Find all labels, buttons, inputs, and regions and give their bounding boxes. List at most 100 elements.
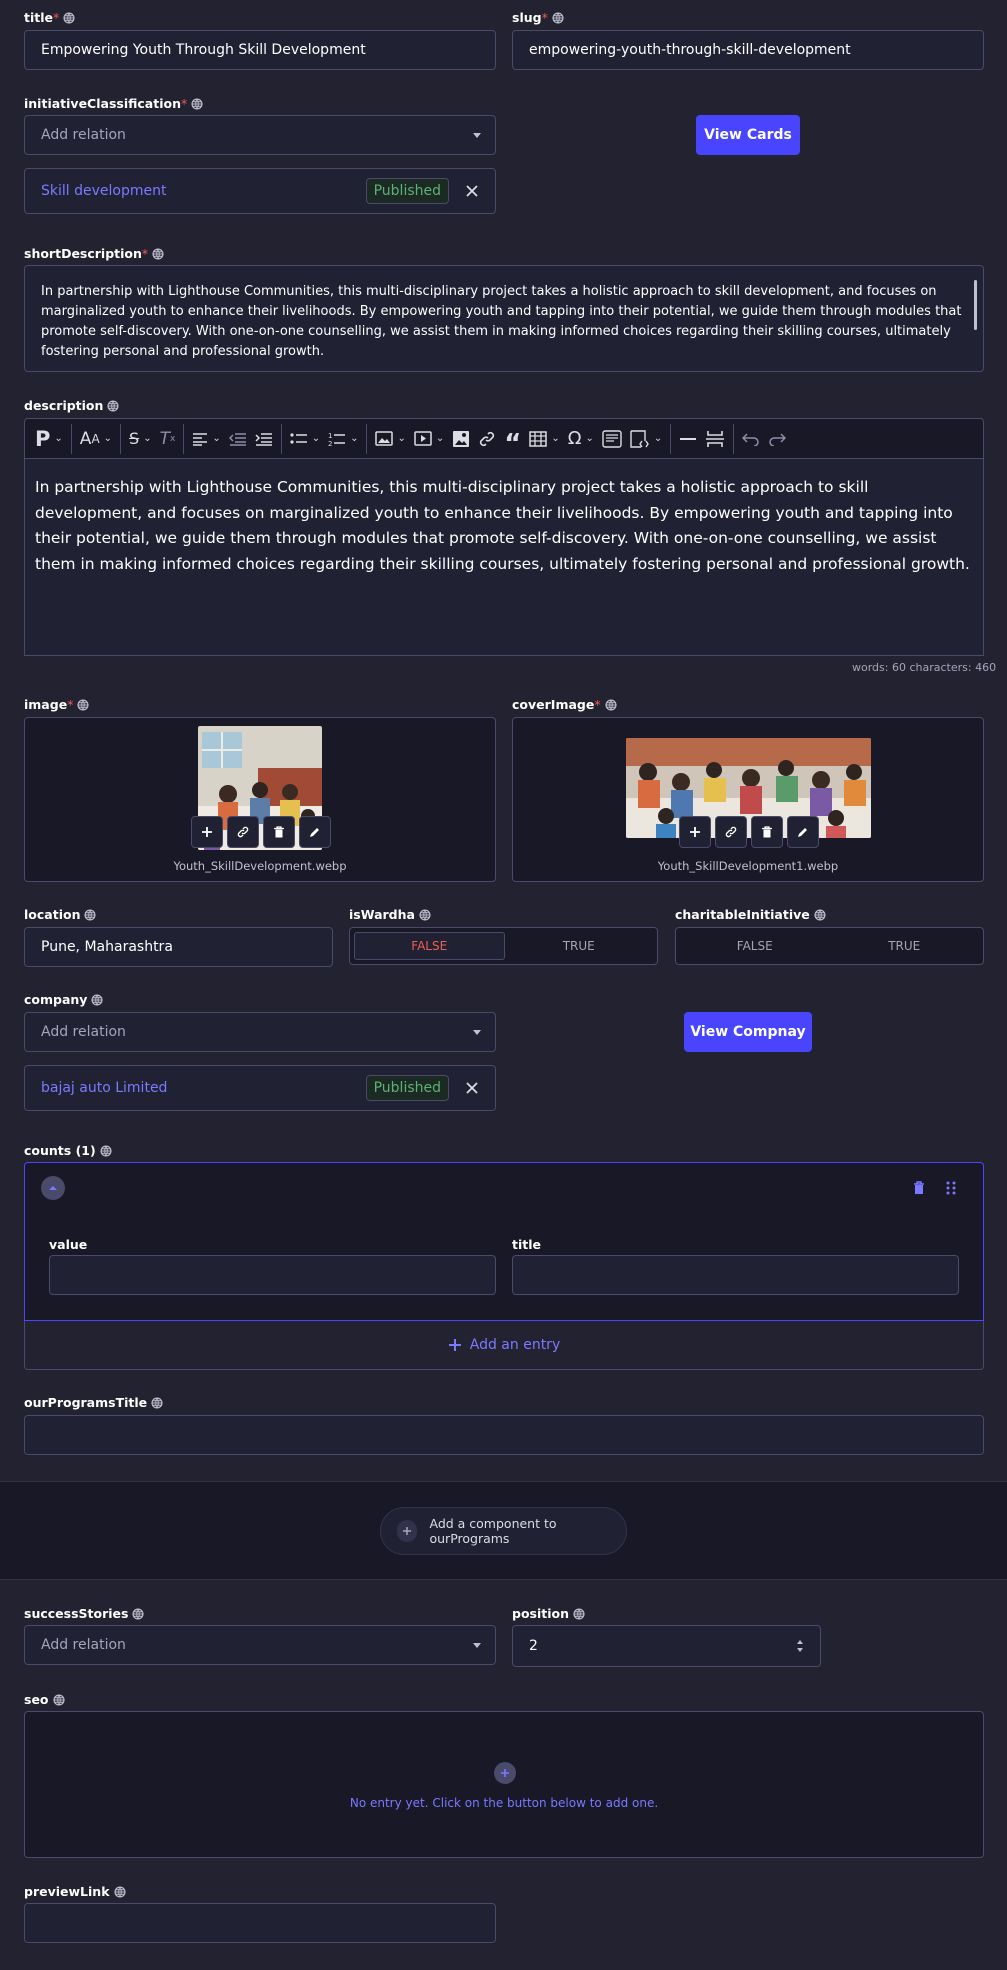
- scrollbar[interactable]: [974, 280, 977, 330]
- stepper-icon[interactable]: [796, 1639, 804, 1653]
- initiative-classification-label: initiativeClassification *: [24, 96, 203, 111]
- font-size-icon[interactable]: A A ⌄: [76, 425, 116, 453]
- toolbar-separator: [366, 423, 368, 454]
- close-icon[interactable]: [465, 1081, 479, 1095]
- our-programs-title-label: ourProgramsTitle: [24, 1395, 163, 1410]
- table-icon[interactable]: ⌄: [525, 425, 563, 453]
- short-description-textarea[interactable]: In partnership with Lighthouse Communiti…: [24, 265, 984, 372]
- source-editing-icon[interactable]: [598, 425, 626, 453]
- edit-icon[interactable]: [787, 816, 819, 848]
- paragraph-icon[interactable]: P ⌄: [31, 425, 67, 453]
- status-badge: Published: [365, 1075, 449, 1101]
- link-icon[interactable]: [474, 425, 500, 453]
- horizontal-line-icon[interactable]: [675, 425, 701, 453]
- cover-image-field[interactable]: Youth_SkillDevelopment1.webp: [512, 717, 984, 882]
- cover-image-label: coverImage *: [512, 697, 617, 712]
- link-icon[interactable]: [715, 816, 747, 848]
- plus-icon: [448, 1339, 461, 1351]
- description-editor[interactable]: In partnership with Lighthouse Communiti…: [24, 458, 984, 656]
- close-icon[interactable]: [465, 184, 479, 198]
- toolbar-separator: [280, 423, 282, 454]
- bulleted-list-icon[interactable]: ⌄: [286, 425, 324, 453]
- position-label: position: [512, 1606, 585, 1621]
- slug-input[interactable]: empowering-youth-through-skill-developme…: [512, 30, 984, 70]
- add-component-button[interactable]: Add a component to ourPrograms: [380, 1507, 627, 1555]
- trash-icon[interactable]: [913, 1181, 925, 1195]
- image-field[interactable]: Youth_SkillDevelopment.webp: [24, 717, 496, 882]
- image-icon[interactable]: ⌄: [371, 425, 409, 453]
- toolbar-separator: [733, 423, 735, 454]
- numbered-list-icon[interactable]: 1 2 ⌄: [324, 425, 362, 453]
- edit-icon[interactable]: [299, 816, 331, 848]
- svg-text:1: 1: [328, 432, 332, 440]
- company-select[interactable]: Add relation: [24, 1012, 496, 1052]
- toolbar-separator: [120, 423, 122, 454]
- html-embed-icon[interactable]: ⌄: [626, 425, 666, 453]
- true-option[interactable]: TRUE: [830, 932, 980, 960]
- view-company-button[interactable]: View Compnay: [684, 1012, 812, 1052]
- globe-icon: [91, 994, 103, 1006]
- chevron-up-icon: [49, 1186, 57, 1190]
- relation-link[interactable]: Skill development: [41, 183, 366, 199]
- globe-icon: [63, 12, 75, 24]
- location-label: location: [24, 907, 96, 922]
- drag-handle-icon[interactable]: [946, 1181, 956, 1195]
- charitable-initiative-toggle: FALSE TRUE: [675, 927, 984, 965]
- globe-icon: [552, 12, 564, 24]
- indent-icon[interactable]: [251, 425, 277, 453]
- count-title-input[interactable]: [512, 1255, 959, 1295]
- redo-icon[interactable]: [764, 425, 790, 453]
- cover-image-filename: Youth_SkillDevelopment1.webp: [657, 859, 839, 873]
- remove-format-icon[interactable]: Tx: [156, 425, 180, 453]
- value-input[interactable]: [49, 1255, 496, 1295]
- media-embed-icon[interactable]: ⌄: [410, 425, 448, 453]
- trash-icon[interactable]: [263, 816, 295, 848]
- company-label: company: [24, 992, 103, 1007]
- strikethrough-icon[interactable]: S ⌄: [125, 425, 156, 453]
- editor-toolbar: P ⌄ A A ⌄ S ⌄ Tx ⌄ ⌄ 1 2 ⌄ ⌄ ⌄ “ ⌄ Ω ⌄ ⌄: [24, 418, 984, 458]
- preview-link-input[interactable]: [24, 1903, 496, 1943]
- globe-icon: [100, 1145, 112, 1157]
- counts-label: counts (1): [24, 1143, 112, 1158]
- our-programs-title-input[interactable]: [24, 1415, 984, 1455]
- align-icon[interactable]: ⌄: [188, 425, 224, 453]
- chevron-down-icon: [473, 1643, 481, 1648]
- position-input[interactable]: 2: [512, 1625, 821, 1667]
- false-option[interactable]: FALSE: [354, 932, 505, 960]
- add-icon[interactable]: [191, 816, 223, 848]
- title-label: title *: [24, 10, 75, 25]
- success-stories-select[interactable]: Add relation: [24, 1625, 496, 1665]
- globe-icon: [84, 909, 96, 921]
- title-input[interactable]: Empowering Youth Through Skill Developme…: [24, 30, 496, 70]
- page-break-icon[interactable]: [701, 425, 729, 453]
- undo-icon[interactable]: [738, 425, 764, 453]
- add-entry-button[interactable]: Add an entry: [24, 1321, 984, 1370]
- image-actions: [191, 816, 331, 848]
- add-icon[interactable]: [679, 816, 711, 848]
- description-label: description: [24, 398, 119, 413]
- collapse-button[interactable]: [41, 1176, 65, 1200]
- plus-icon[interactable]: [494, 1762, 516, 1784]
- view-cards-button[interactable]: View Cards: [696, 115, 800, 155]
- chevron-down-icon: [473, 1030, 481, 1035]
- initiative-classification-select[interactable]: Add relation: [24, 115, 496, 155]
- globe-icon: [132, 1608, 144, 1620]
- false-option[interactable]: FALSE: [680, 932, 830, 960]
- toolbar-separator: [70, 423, 72, 454]
- link-icon[interactable]: [227, 816, 259, 848]
- trash-icon[interactable]: [751, 816, 783, 848]
- location-input[interactable]: Pune, Maharashtra: [24, 927, 333, 967]
- globe-icon: [77, 699, 89, 711]
- blockquote-icon[interactable]: “: [500, 425, 525, 457]
- count-title-label: title: [512, 1237, 541, 1252]
- image-insert-icon[interactable]: [448, 425, 474, 453]
- globe-icon: [573, 1608, 585, 1620]
- seo-component[interactable]: No entry yet. Click on the button below …: [24, 1711, 984, 1858]
- relation-link[interactable]: bajaj auto Limited: [41, 1080, 366, 1096]
- svg-text:2: 2: [328, 440, 332, 447]
- success-stories-label: successStories: [24, 1606, 144, 1621]
- special-characters-icon[interactable]: Ω ⌄: [564, 425, 598, 453]
- cover-image-actions: [679, 816, 819, 848]
- true-option[interactable]: TRUE: [505, 932, 654, 960]
- outdent-icon[interactable]: [225, 425, 251, 453]
